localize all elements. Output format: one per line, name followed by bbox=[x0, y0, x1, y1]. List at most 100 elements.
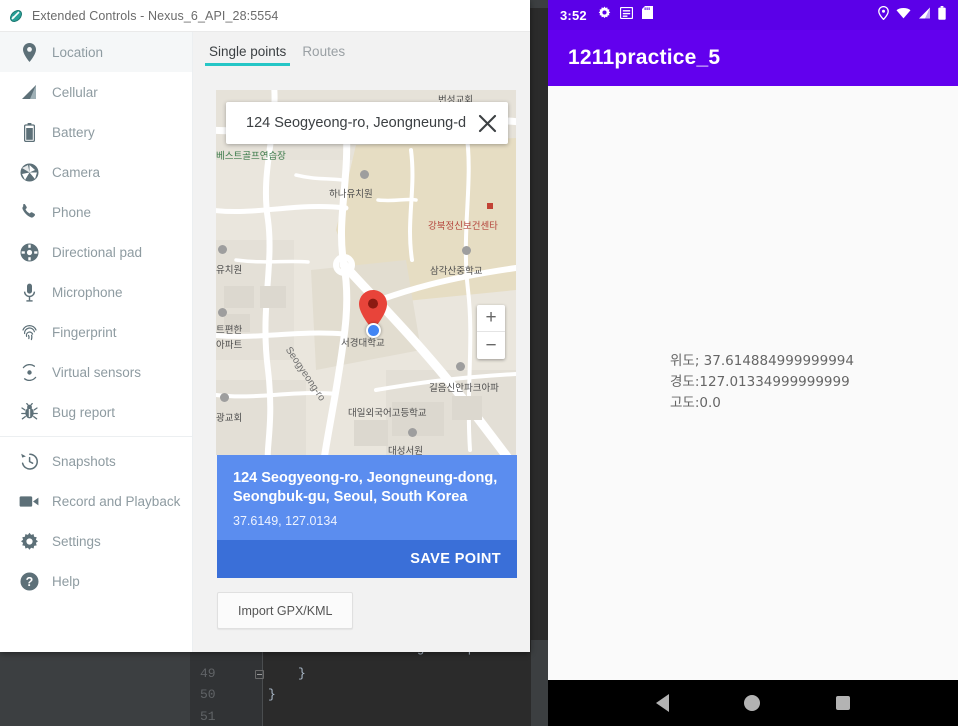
android-app-bar: 1211practice_5 bbox=[548, 30, 958, 86]
svg-text:?: ? bbox=[25, 575, 33, 589]
android-navigation-bar bbox=[548, 680, 958, 726]
microphone-icon bbox=[18, 281, 40, 303]
tab-single-points[interactable]: Single points bbox=[201, 42, 294, 66]
sidebar-item-virtual-sensors[interactable]: Virtual sensors bbox=[0, 352, 192, 392]
map-zoom-controls[interactable]: + − bbox=[477, 305, 505, 359]
sidebar-item-location[interactable]: Location bbox=[0, 32, 192, 72]
map-label: 트편한 bbox=[216, 325, 243, 336]
window-titlebar: Extended Controls - Nexus_6_API_28:5554 bbox=[0, 0, 530, 32]
map-label: 길음신안파크아파 bbox=[429, 383, 499, 394]
sidebar-item-record-and-playback[interactable]: Record and Playback bbox=[0, 481, 192, 521]
sidebar-item-label: Location bbox=[52, 44, 104, 60]
sidebar-divider bbox=[0, 436, 192, 437]
sidebar-item-help[interactable]: ? Help bbox=[0, 561, 192, 601]
close-icon[interactable] bbox=[466, 102, 508, 144]
snapshot-history-icon bbox=[18, 450, 40, 472]
map-view[interactable]: 번성교회 베스트골프연습장 하나유치원 강북정신보건센타 유치원 삼각산중학교 … bbox=[216, 90, 516, 455]
map-label: 아파트 bbox=[216, 340, 243, 351]
sidebar-item-label: Snapshots bbox=[52, 453, 116, 469]
sidebar-item-fingerprint[interactable]: Fingerprint bbox=[0, 312, 192, 352]
map-poi-icon bbox=[218, 308, 227, 317]
status-clock: 3:52 bbox=[560, 7, 587, 23]
android-emulator: 3:52 1211practice_5 위도; 37.6148849999999… bbox=[548, 0, 958, 726]
altitude-line: 고도:0.0 bbox=[670, 395, 721, 411]
map-label: 강북정신보건센타 bbox=[428, 221, 498, 232]
code-line-text: } bbox=[298, 666, 306, 681]
map-poi-icon bbox=[360, 170, 369, 179]
sidebar-item-label: Fingerprint bbox=[52, 324, 117, 340]
sidebar-item-label: Virtual sensors bbox=[52, 364, 142, 380]
extended-controls-window: Extended Controls - Nexus_6_API_28:5554 … bbox=[0, 0, 530, 652]
sidebar-item-phone[interactable]: Phone bbox=[0, 192, 192, 232]
code-line-number: 50 bbox=[200, 687, 216, 702]
ide-scrollbar-area[interactable] bbox=[531, 640, 548, 726]
sidebar-item-settings[interactable]: Settings bbox=[0, 521, 192, 561]
android-app-content: 위도; 37.614884999999994 경도:127.0133499999… bbox=[548, 86, 958, 680]
address-text: 124 Seogyeong-ro, Jeongneung-dong, Seong… bbox=[233, 470, 498, 505]
sidebar-item-label: Help bbox=[52, 573, 80, 589]
home-circle-icon[interactable] bbox=[744, 695, 761, 711]
gear-icon bbox=[18, 530, 40, 552]
coordinates-text: 37.6149, 127.0134 bbox=[233, 514, 338, 528]
sidebar-item-label: Phone bbox=[52, 204, 92, 220]
sidebar-item-label: Camera bbox=[52, 164, 101, 180]
code-fold-icon[interactable] bbox=[255, 670, 264, 679]
map-label: 하나유치원 bbox=[329, 189, 373, 200]
bug-icon bbox=[18, 401, 40, 423]
sidebar-item-label: Record and Playback bbox=[52, 493, 181, 509]
android-emulator-icon bbox=[8, 8, 24, 24]
map-poi-icon bbox=[220, 393, 229, 402]
sidebar-item-label: Settings bbox=[52, 533, 101, 549]
zoom-in-button[interactable]: + bbox=[477, 305, 505, 332]
map-poi-icon bbox=[456, 362, 465, 371]
virtual-sensors-icon bbox=[18, 361, 40, 383]
sd-card-icon bbox=[641, 6, 653, 24]
camera-aperture-icon bbox=[18, 161, 40, 183]
map-label: 대일외국어고등학교 bbox=[348, 408, 427, 419]
phone-handset-icon bbox=[18, 201, 40, 223]
coordinate-readout: 위도; 37.614884999999994 경도:127.0133499999… bbox=[670, 351, 854, 414]
current-location-dot bbox=[366, 323, 381, 338]
sidebar-item-label: Cellular bbox=[52, 84, 98, 100]
sidebar-item-battery[interactable]: Battery bbox=[0, 112, 192, 152]
map-poi-icon bbox=[408, 428, 417, 437]
sidebar-item-microphone[interactable]: Microphone bbox=[0, 272, 192, 312]
sidebar-item-snapshots[interactable]: Snapshots bbox=[0, 441, 192, 481]
map-label: 삼각산중학교 bbox=[430, 266, 483, 277]
window-title: Extended Controls - Nexus_6_API_28:5554 bbox=[32, 8, 279, 23]
help-question-icon: ? bbox=[18, 570, 40, 592]
dpad-icon bbox=[18, 241, 40, 263]
android-status-bar: 3:52 bbox=[548, 0, 958, 30]
info-card-body: 124 Seogyeong-ro, Jeongneung-dong, Seong… bbox=[217, 455, 517, 540]
cellular-signal-icon bbox=[918, 6, 931, 24]
video-camera-icon bbox=[18, 490, 40, 512]
search-input[interactable] bbox=[226, 115, 466, 131]
sidebar-item-directional-pad[interactable]: Directional pad bbox=[0, 232, 192, 272]
location-pin-icon bbox=[18, 41, 40, 63]
sidebar-item-cellular[interactable]: Cellular bbox=[0, 72, 192, 112]
recents-square-icon[interactable] bbox=[836, 696, 851, 710]
zoom-out-button[interactable]: − bbox=[477, 332, 505, 359]
gear-icon bbox=[598, 6, 611, 24]
status-right-icons bbox=[878, 5, 946, 25]
code-line-number: 51 bbox=[200, 709, 216, 724]
notification-list-icon bbox=[619, 6, 633, 24]
map-poi-icon bbox=[487, 203, 493, 209]
code-line-text: } bbox=[268, 687, 276, 702]
battery-icon bbox=[18, 121, 40, 143]
screen-root: 48 locationManager.requestLo 49 } 50 } 5… bbox=[0, 0, 958, 726]
save-point-button[interactable]: SAVE POINT bbox=[217, 540, 517, 578]
map-label: 광교회 bbox=[216, 413, 243, 424]
import-gpx-kml-button[interactable]: Import GPX/KML bbox=[217, 592, 354, 629]
tab-routes[interactable]: Routes bbox=[294, 42, 353, 66]
back-triangle-icon[interactable] bbox=[655, 694, 669, 712]
map-search-box[interactable] bbox=[226, 102, 508, 144]
sidebar-item-label: Bug report bbox=[52, 404, 116, 420]
ide-project-pane bbox=[0, 650, 190, 726]
status-left-icons bbox=[598, 6, 653, 24]
code-line-number: 49 bbox=[200, 666, 216, 681]
ide-gutter-divider bbox=[262, 640, 263, 726]
sidebar-item-bug-report[interactable]: Bug report bbox=[0, 392, 192, 432]
location-pin-icon bbox=[878, 5, 889, 25]
sidebar-item-camera[interactable]: Camera bbox=[0, 152, 192, 192]
